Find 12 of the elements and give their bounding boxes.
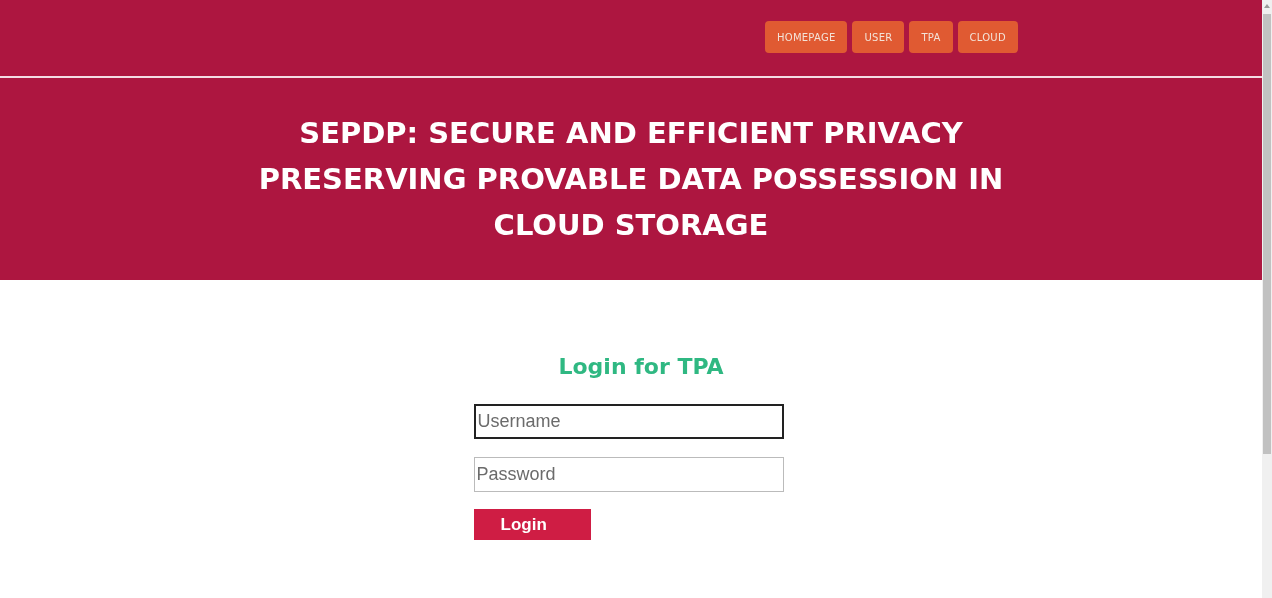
nav-button[interactable]: CLOUD: [957, 21, 1018, 53]
scrollbar-thumb[interactable]: [1263, 14, 1271, 454]
login-heading: Login for TPA: [558, 353, 724, 381]
login-button[interactable]: Login: [473, 509, 591, 540]
scrollbar[interactable]: [1262, 0, 1272, 598]
nav-button[interactable]: USER: [852, 21, 905, 53]
banner-title: SEPDP: SECURE AND EFFICIENT PRIVACY PRESERVING PROVABLE DATA POSSESSION IN CLOUD STORAGE: [257, 115, 1005, 244]
nav-button[interactable]: TPA: [909, 21, 953, 53]
scroll-up-icon[interactable]: [1263, 2, 1271, 10]
input-field[interactable]: Username: [473, 404, 784, 439]
nav-button[interactable]: HOMEPAGE: [765, 21, 848, 53]
input-field[interactable]: Password: [473, 457, 784, 492]
